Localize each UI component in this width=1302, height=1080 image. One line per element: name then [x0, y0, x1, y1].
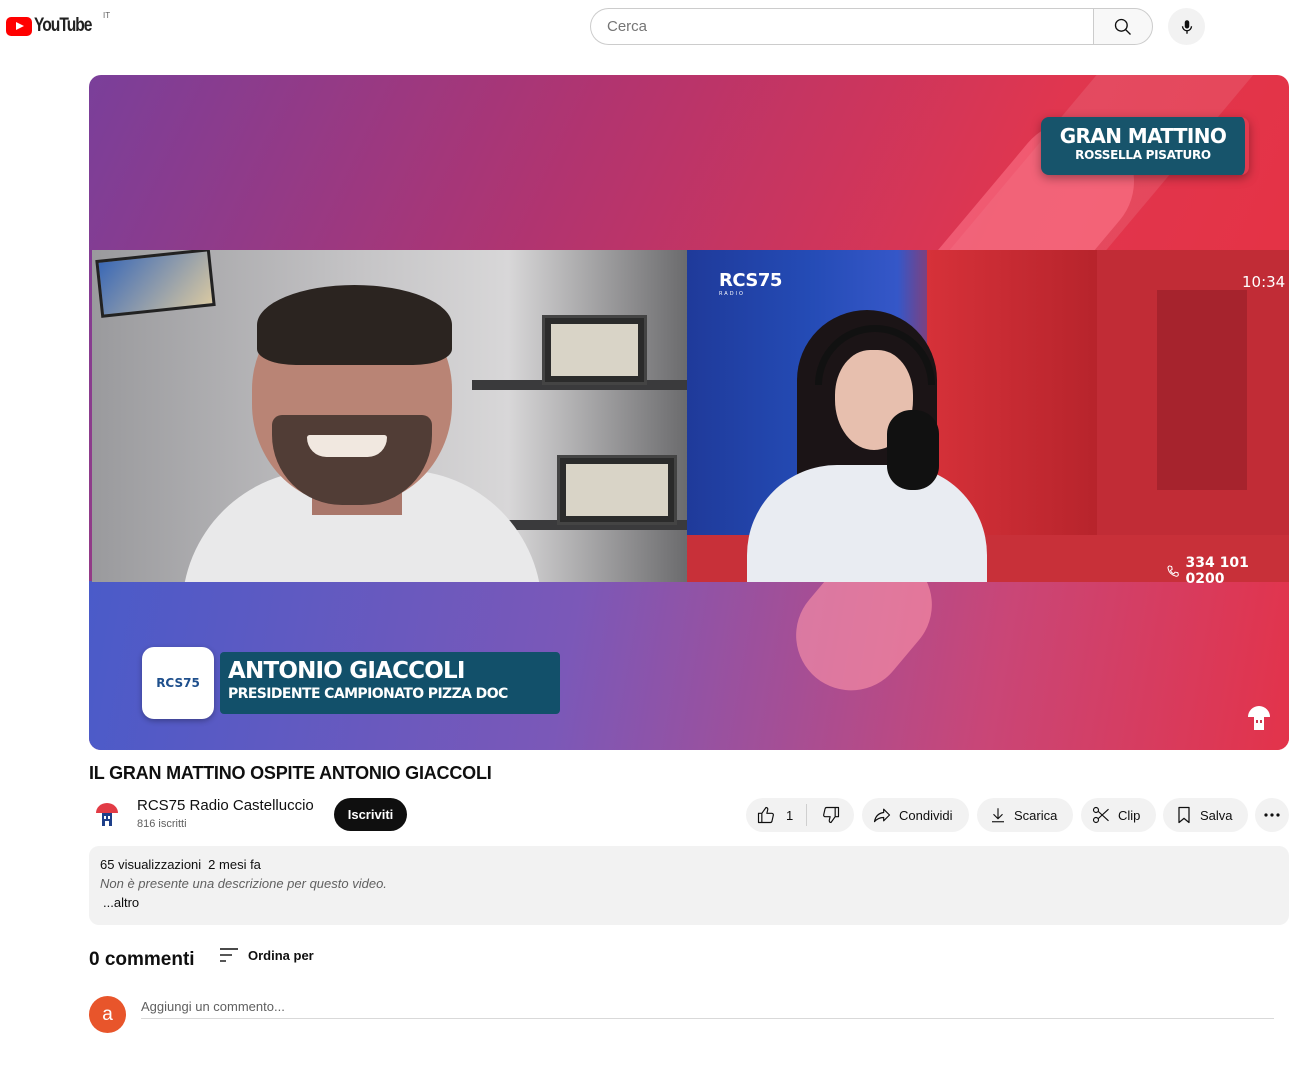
subscriber-count: 816 iscritti: [137, 818, 187, 830]
channel-logo-icon: [96, 803, 118, 826]
comment-input[interactable]: [141, 995, 1274, 1019]
video-clock: 10:34: [1242, 273, 1286, 291]
like-button[interactable]: 1: [746, 798, 806, 832]
channel-watermark-icon[interactable]: [1245, 703, 1273, 733]
host-person: [747, 290, 987, 582]
microphone-icon: [1181, 19, 1192, 34]
like-icon: [757, 806, 774, 824]
studio-camera-feed: [687, 250, 1289, 582]
guest-role: PRESIDENTE CAMPIONATO PIZZA DOC: [228, 686, 508, 702]
description-text: Non è presente una descrizione per quest…: [100, 876, 387, 891]
show-badge: GRAN MATTINO ROSSELLA PISATURO: [1041, 117, 1249, 175]
download-icon: [992, 808, 1004, 823]
award-plaque: [542, 315, 647, 385]
share-button[interactable]: Condividi: [862, 798, 969, 832]
youtube-play-icon: [6, 16, 32, 36]
dislike-icon: [822, 806, 839, 824]
search-button[interactable]: [1093, 8, 1153, 45]
subscribe-button[interactable]: Iscriviti: [334, 798, 407, 831]
channel-avatar[interactable]: [89, 797, 125, 833]
show-title: GRAN MATTINO: [1059, 124, 1227, 148]
station-logo: RCS75 RADIO: [719, 270, 782, 297]
show-more-link[interactable]: ...altro: [103, 895, 1278, 910]
view-count: 65 visualizzazioni: [100, 857, 202, 872]
video-player[interactable]: RCS75 RADIO 10:34 334 101 0200 GRAN MATT…: [89, 75, 1289, 750]
channel-name[interactable]: RCS75 Radio Castelluccio: [137, 797, 314, 814]
search-box: [590, 8, 1094, 45]
upload-date: 2 mesi fa: [208, 857, 261, 872]
wall-picture: [95, 250, 216, 318]
sort-label: Ordina per: [248, 947, 314, 963]
award-plaque: [557, 455, 677, 525]
like-count: 1: [786, 807, 794, 823]
country-code: IT: [103, 11, 111, 20]
guest-person: [182, 285, 542, 582]
lower-third: RCS75 ANTONIO GIACCOLI PRESIDENTE CAMPIO…: [142, 647, 560, 719]
voice-search-button[interactable]: [1168, 8, 1205, 45]
sort-icon: [220, 948, 238, 962]
more-actions-button[interactable]: [1255, 798, 1289, 832]
description-box[interactable]: 65 visualizzazioni 2 mesi fa Non è presen…: [89, 846, 1289, 925]
clip-button[interactable]: Clip: [1081, 798, 1156, 832]
video-phone: 334 101 0200: [1166, 555, 1289, 587]
save-icon: [1178, 806, 1190, 824]
clip-icon: [1092, 806, 1109, 824]
station-logo-text: RCS75: [719, 270, 782, 291]
save-label: Salva: [1200, 807, 1233, 823]
youtube-logo[interactable]: YouTube IT: [6, 11, 110, 38]
phone-icon: [1167, 565, 1179, 577]
share-label: Condividi: [899, 807, 953, 823]
lower-third-bar: ANTONIO GIACCOLI PRESIDENTE CAMPIONATO P…: [220, 652, 560, 714]
dislike-button[interactable]: [807, 798, 854, 832]
comments-count: 0 commenti: [89, 949, 195, 970]
download-label: Scarica: [1014, 807, 1058, 823]
video-meta: 65 visualizzazioni 2 mesi fa: [100, 857, 1278, 872]
share-icon: [873, 808, 891, 823]
guest-camera-feed: [92, 250, 687, 582]
more-icon: [1264, 813, 1280, 817]
save-button[interactable]: Salva: [1163, 798, 1248, 832]
video-title: IL GRAN MATTINO OSPITE ANTONIO GIACCOLI: [89, 763, 492, 783]
download-button[interactable]: Scarica: [977, 798, 1073, 832]
station-logo-sub: RADIO: [719, 291, 745, 297]
sort-comments-button[interactable]: Ordina per: [219, 946, 314, 964]
lower-third-logo: RCS75: [142, 647, 214, 719]
like-dislike-group: 1: [746, 798, 854, 832]
phone-number: 334 101 0200: [1185, 555, 1249, 587]
search-icon: [1114, 18, 1131, 35]
clip-label: Clip: [1118, 807, 1141, 823]
masthead: YouTube IT: [0, 0, 1302, 52]
search-input[interactable]: [607, 9, 1077, 44]
show-host: ROSSELLA PISATURO: [1075, 148, 1211, 162]
logo-text: YouTube: [34, 15, 92, 36]
guest-name: ANTONIO GIACCOLI: [228, 658, 465, 684]
user-avatar: a: [89, 996, 126, 1033]
